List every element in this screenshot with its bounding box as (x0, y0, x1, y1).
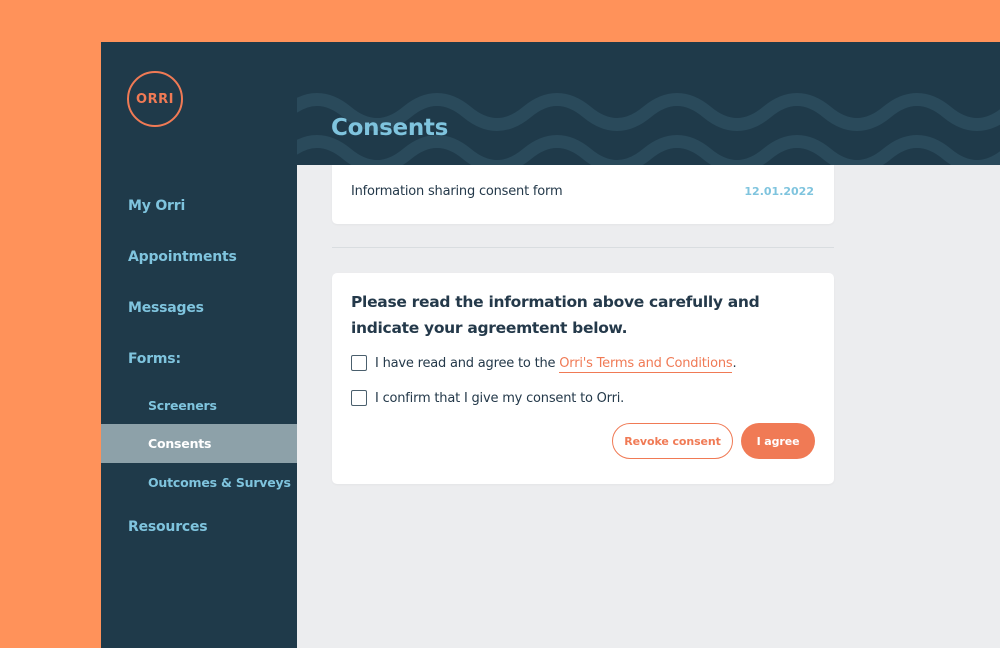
sidebar-item-consents[interactable]: Consents (101, 424, 297, 463)
sidebar-item-screeners[interactable]: Screeners (101, 386, 297, 425)
terms-checkbox-row: I have read and agree to the Orri's Term… (351, 355, 737, 373)
form-list-item[interactable]: Information sharing consent form 12.01.2… (332, 165, 834, 224)
sidebar-item-resources[interactable]: Resources (128, 519, 208, 535)
app-window: ORRI My Orri Appointments Messages Forms… (101, 42, 1000, 648)
sidebar-item-my-orri[interactable]: My Orri (128, 198, 185, 214)
consent-checkbox[interactable] (351, 390, 367, 406)
consent-checkbox-label: I confirm that I give my consent to Orri… (375, 390, 625, 406)
form-name: Information sharing consent form (351, 184, 563, 199)
sidebar: ORRI My Orri Appointments Messages Forms… (101, 42, 297, 648)
consent-checkbox-row: I confirm that I give my consent to Orri… (351, 390, 624, 406)
revoke-consent-button[interactable]: Revoke consent (612, 423, 733, 459)
sidebar-item-messages[interactable]: Messages (128, 300, 204, 316)
terms-suffix: . (732, 355, 737, 371)
terms-checkbox[interactable] (351, 355, 367, 371)
page-header: Consents (297, 42, 1000, 165)
sidebar-item-outcomes-surveys[interactable]: Outcomes & Surveys (101, 463, 297, 502)
logo-text: ORRI (136, 91, 174, 107)
terms-prefix: I have read and agree to the (375, 355, 560, 371)
form-date: 12.01.2022 (744, 185, 814, 198)
wave-pattern (297, 93, 1000, 165)
page-title: Consents (331, 115, 449, 141)
agree-button[interactable]: I agree (741, 423, 815, 459)
terms-checkbox-label: I have read and agree to the Orri's Term… (375, 355, 737, 373)
terms-and-conditions-link[interactable]: Orri's Terms and Conditions (559, 355, 733, 373)
sidebar-item-appointments[interactable]: Appointments (128, 249, 237, 265)
consent-instructions: Please read the information above carefu… (351, 293, 760, 337)
section-divider (332, 247, 834, 248)
sidebar-item-forms: Forms: (128, 351, 181, 367)
consent-card: Please read the information above carefu… (332, 273, 834, 484)
orri-logo[interactable]: ORRI (127, 71, 183, 127)
